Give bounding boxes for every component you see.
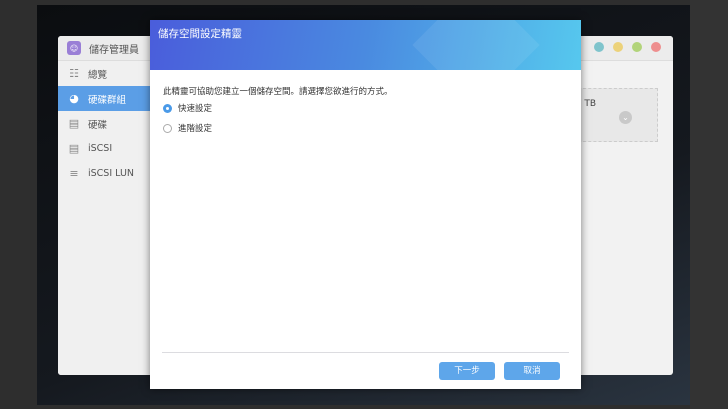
next-button[interactable]: 下一步 — [439, 362, 495, 380]
sidebar-item-iscsi-lun[interactable]: ≡ iSCSI LUN — [58, 161, 150, 186]
option-quick-setup[interactable]: 快速設定 — [163, 102, 212, 114]
option-label: 快速設定 — [178, 104, 213, 114]
volume-card[interactable]: ' TB ⌄ — [578, 88, 658, 142]
volume-size: ' TB — [579, 99, 597, 109]
radio-unselected[interactable] — [163, 123, 172, 133]
sidebar-item-label: iSCSI LUN — [88, 168, 135, 179]
sidebar-item-label: 硬碟 — [88, 119, 108, 131]
cancel-button[interactable]: 取消 — [504, 362, 560, 380]
sidebar: ☷ 總覽 ◕ 硬碟群組 ▤ 硬碟 ▤ iSCSI ≡ iSCSI LUN — [58, 61, 151, 375]
storage-wizard-dialog: 儲存空間設定精靈 此精靈可協助您建立一個儲存空間。請選擇您欲進行的方式。 快速設… — [150, 20, 581, 389]
minimize-dot-button[interactable] — [613, 42, 623, 52]
divider — [162, 352, 569, 353]
hdd-icon: ▤ — [68, 117, 80, 130]
option-advanced-setup[interactable]: 進階設定 — [163, 122, 212, 134]
sidebar-item-label: 總覽 — [88, 69, 108, 81]
dialog-header: 儲存空間設定精靈 — [150, 20, 581, 70]
sidebar-item-disk-group[interactable]: ◕ 硬碟群組 — [58, 86, 150, 111]
close-dot-button[interactable] — [651, 42, 661, 52]
dialog-title: 儲存空間設定精靈 — [158, 28, 242, 40]
sidebar-item-label: iSCSI — [88, 143, 113, 154]
help-dot-button[interactable] — [594, 42, 604, 52]
iscsi-icon: ▤ — [68, 142, 80, 155]
window-title: 儲存管理員 — [89, 44, 139, 56]
chevron-down-icon[interactable]: ⌄ — [619, 111, 632, 124]
dialog-description: 此精靈可協助您建立一個儲存空間。請選擇您欲進行的方式。 — [163, 87, 393, 97]
radio-selected[interactable] — [163, 103, 172, 113]
maximize-dot-button[interactable] — [632, 42, 642, 52]
sidebar-item-iscsi[interactable]: ▤ iSCSI — [58, 136, 150, 161]
list-icon: ☷ — [69, 67, 79, 80]
sidebar-item-overview[interactable]: ☷ 總覽 — [58, 61, 150, 86]
disk-group-icon: ◕ — [69, 92, 79, 105]
database-icon: ≡ — [69, 167, 79, 180]
app-icon: ☺ — [67, 41, 81, 55]
sidebar-item-hdd[interactable]: ▤ 硬碟 — [58, 111, 150, 136]
side-panel — [690, 0, 728, 409]
option-label: 進階設定 — [178, 124, 213, 134]
sidebar-item-label: 硬碟群組 — [88, 94, 127, 106]
